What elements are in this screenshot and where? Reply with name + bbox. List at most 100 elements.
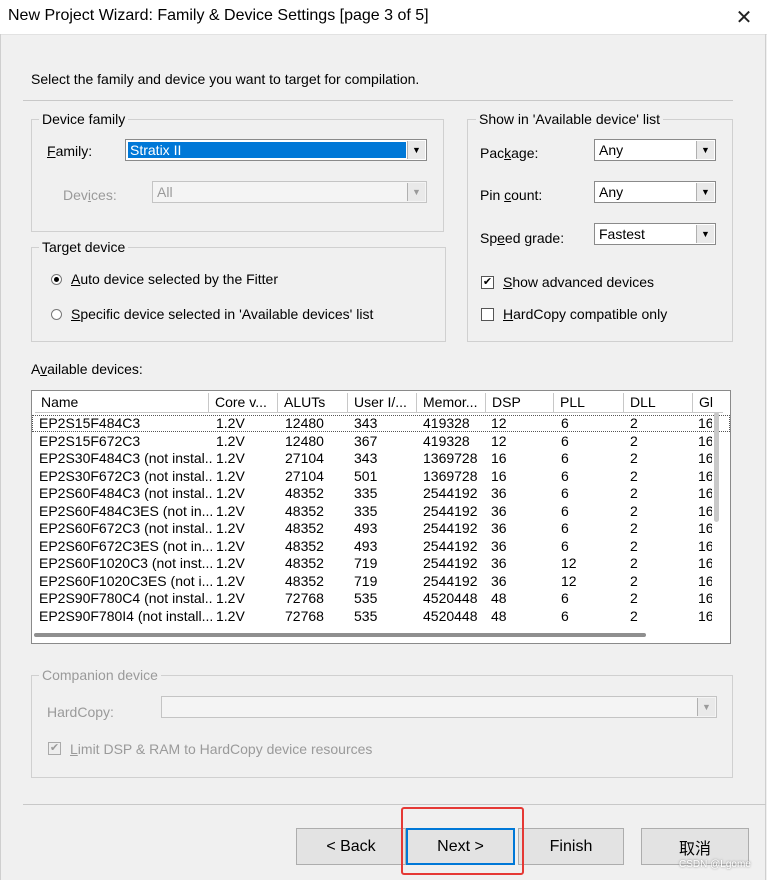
column-header-pll[interactable]: PLL bbox=[554, 393, 624, 413]
table-row[interactable]: EP2S90F780I4 (not install... 1.2V 72768 535… bbox=[32, 608, 730, 625]
package-select[interactable]: Any ▼ bbox=[594, 139, 716, 161]
chevron-down-icon[interactable]: ▼ bbox=[407, 141, 425, 159]
chevron-down-icon[interactable]: ▼ bbox=[696, 183, 714, 201]
table-cell: 6 bbox=[561, 502, 569, 519]
chevron-down-icon[interactable]: ▼ bbox=[696, 141, 714, 159]
table-cell: 535 bbox=[354, 590, 378, 606]
table-row[interactable]: EP2S60F484C3ES (not in... 1.2V 48352 335 254… bbox=[32, 503, 730, 520]
show-advanced-label[interactable]: Show advanced devices bbox=[503, 274, 654, 290]
close-icon[interactable]: ✕ bbox=[724, 0, 764, 34]
table-cell: 16 bbox=[698, 502, 712, 519]
table-row[interactable]: EP2S60F484C3 (not instal... 1.2V 48352 335 2… bbox=[32, 485, 730, 502]
table-cell: 4520448 bbox=[423, 590, 478, 606]
table-cell: 1.2V bbox=[216, 537, 245, 554]
show-advanced-checkbox[interactable]: ✔ bbox=[481, 276, 494, 289]
table-cell: 6 bbox=[561, 590, 569, 606]
table-cell: 12480 bbox=[285, 415, 324, 431]
table-cell: 16 bbox=[698, 537, 712, 554]
table-cell: 48352 bbox=[285, 485, 324, 501]
specific-device-radio[interactable] bbox=[51, 309, 62, 320]
chevron-down-icon: ▼ bbox=[697, 698, 715, 716]
hardcopy-only-checkbox[interactable] bbox=[481, 308, 494, 321]
show-list-group-label: Show in 'Available device' list bbox=[476, 111, 663, 127]
table-row[interactable]: EP2S30F484C3 (not instal... 1.2V 27104 343 1… bbox=[32, 450, 730, 467]
table-cell: 1.2V bbox=[216, 607, 245, 624]
table-cell: 36 bbox=[491, 572, 507, 589]
pin-count-value: Any bbox=[599, 184, 624, 200]
table-cell: 2544192 bbox=[423, 520, 478, 536]
table-cell: 16 bbox=[698, 450, 712, 466]
table-cell: 1.2V bbox=[216, 467, 245, 484]
table-row[interactable]: EP2S90F780C4 (not instal... 1.2V 72768 535 4… bbox=[32, 590, 730, 607]
table-cell: 2 bbox=[630, 467, 638, 484]
available-devices-table[interactable]: Name Core v... ALUTs User I/... Memor...… bbox=[31, 390, 731, 644]
table-cell: 6 bbox=[561, 467, 569, 484]
companion-device-group bbox=[31, 675, 733, 778]
column-header-memory[interactable]: Memor... bbox=[417, 393, 486, 413]
table-row[interactable]: EP2S30F672C3 (not instal... 1.2V 27104 501 1… bbox=[32, 468, 730, 485]
vertical-scrollbar[interactable] bbox=[714, 412, 719, 522]
finish-button[interactable]: Finish bbox=[518, 828, 624, 865]
table-cell: 493 bbox=[354, 520, 378, 536]
specific-device-label[interactable]: Specific device selected in 'Available d… bbox=[71, 306, 373, 322]
column-header-global-clocks[interactable]: Gl bbox=[693, 393, 723, 413]
target-device-group-label: Target device bbox=[39, 239, 129, 255]
table-cell: 2 bbox=[630, 520, 638, 536]
auto-device-radio[interactable] bbox=[51, 274, 62, 285]
table-cell: 16 bbox=[491, 450, 507, 466]
hardcopy-only-label[interactable]: HardCopy compatible only bbox=[503, 306, 667, 322]
table-cell: 1.2V bbox=[216, 572, 245, 589]
pin-count-label: Pin count: bbox=[480, 187, 543, 203]
table-cell: 6 bbox=[561, 537, 569, 554]
table-cell: 27104 bbox=[285, 467, 324, 484]
table-row[interactable]: EP2S15F484C3 1.2V 12480 343 419328 12 6 2 16 bbox=[32, 415, 730, 432]
table-row[interactable]: EP2S60F1020C3 (not inst... 1.2V 48352 719 25… bbox=[32, 555, 730, 572]
chevron-down-icon: ▼ bbox=[407, 183, 425, 201]
table-cell: 12480 bbox=[285, 432, 324, 449]
chevron-down-icon[interactable]: ▼ bbox=[696, 225, 714, 243]
target-device-group bbox=[31, 247, 446, 342]
bottom-divider bbox=[23, 804, 766, 805]
hardcopy-select: ▼ bbox=[161, 696, 717, 718]
family-select[interactable]: Stratix II ▼ bbox=[125, 139, 427, 161]
table-cell: 48352 bbox=[285, 555, 324, 571]
table-cell: 2544192 bbox=[423, 555, 478, 571]
table-cell: EP2S30F672C3 (not instal... bbox=[39, 467, 212, 484]
table-row[interactable]: EP2S15F672C3 1.2V 12480 367 419328 12 6 2 16 bbox=[32, 433, 730, 450]
table-cell: EP2S60F484C3ES (not in... bbox=[39, 502, 212, 519]
table-cell: 501 bbox=[354, 467, 378, 484]
devices-value: All bbox=[157, 184, 173, 200]
table-row[interactable]: EP2S60F1020C3ES (not i... 1.2V 48352 719 254… bbox=[32, 573, 730, 590]
column-header-name[interactable]: Name bbox=[35, 393, 209, 413]
table-cell: 2 bbox=[630, 572, 638, 589]
table-cell: 335 bbox=[354, 502, 378, 519]
pin-count-select[interactable]: Any ▼ bbox=[594, 181, 716, 203]
limit-dsp-ram-checkbox: ✔ bbox=[48, 742, 61, 755]
column-header-dll[interactable]: DLL bbox=[624, 393, 693, 413]
column-header-user-io[interactable]: User I/... bbox=[348, 393, 417, 413]
table-cell: 1369728 bbox=[423, 450, 478, 466]
back-button[interactable]: < Back bbox=[296, 828, 406, 865]
table-cell: 1.2V bbox=[216, 590, 245, 606]
table-cell: 4520448 bbox=[423, 607, 478, 624]
column-header-aluts[interactable]: ALUTs bbox=[278, 393, 348, 413]
column-header-core-voltage[interactable]: Core v... bbox=[209, 393, 278, 413]
table-cell: EP2S30F484C3 (not instal... bbox=[39, 450, 212, 466]
table-cell: 335 bbox=[354, 485, 378, 501]
table-cell: 343 bbox=[354, 415, 378, 431]
table-row[interactable]: EP2S60F672C3ES (not in... 1.2V 48352 493 254… bbox=[32, 538, 730, 555]
horizontal-scrollbar[interactable] bbox=[34, 633, 646, 637]
speed-grade-select[interactable]: Fastest ▼ bbox=[594, 223, 716, 245]
table-cell: 48352 bbox=[285, 537, 324, 554]
table-cell: 72768 bbox=[285, 607, 324, 624]
intro-text: Select the family and device you want to… bbox=[31, 71, 420, 87]
table-row[interactable]: EP2S60F672C3 (not instal... 1.2V 48352 493 2… bbox=[32, 520, 730, 537]
table-cell: 2 bbox=[630, 432, 638, 449]
column-header-dsp[interactable]: DSP bbox=[486, 393, 554, 413]
table-cell: 2544192 bbox=[423, 572, 478, 589]
table-cell: EP2S15F672C3 bbox=[39, 432, 141, 449]
table-cell: EP2S60F1020C3ES (not i... bbox=[39, 572, 212, 589]
table-cell: 719 bbox=[354, 572, 378, 589]
auto-device-label[interactable]: Auto device selected by the Fitter bbox=[71, 271, 278, 287]
table-cell: 12 bbox=[561, 572, 577, 589]
